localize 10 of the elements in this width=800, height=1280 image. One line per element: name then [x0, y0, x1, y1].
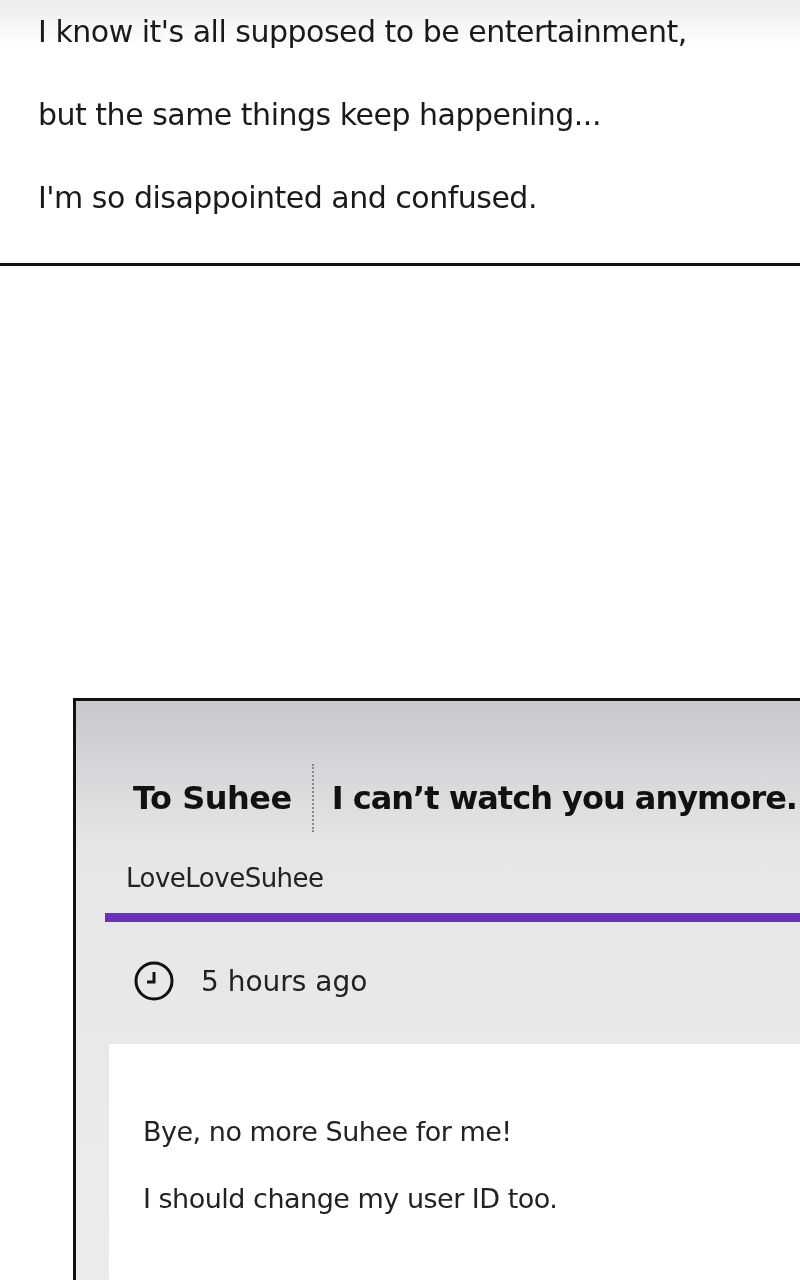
post-time: 5 hours ago	[201, 964, 368, 998]
clock-icon	[133, 960, 175, 1002]
body-text: Bye, no more Suhee for me!	[143, 1116, 513, 1147]
caption-text: I'm so disappointed and confused.	[38, 179, 538, 217]
caption-text: but the same things keep happening...	[38, 96, 602, 134]
board-name: To Suhee	[133, 779, 292, 817]
body-text: I should change my user ID too.	[143, 1183, 559, 1214]
caption-text: I know it's all supposed to be entertainment,	[38, 13, 688, 51]
author-name: LoveLoveSuhee	[126, 863, 325, 893]
post-title: I can’t watch you anymore.	[331, 779, 797, 817]
